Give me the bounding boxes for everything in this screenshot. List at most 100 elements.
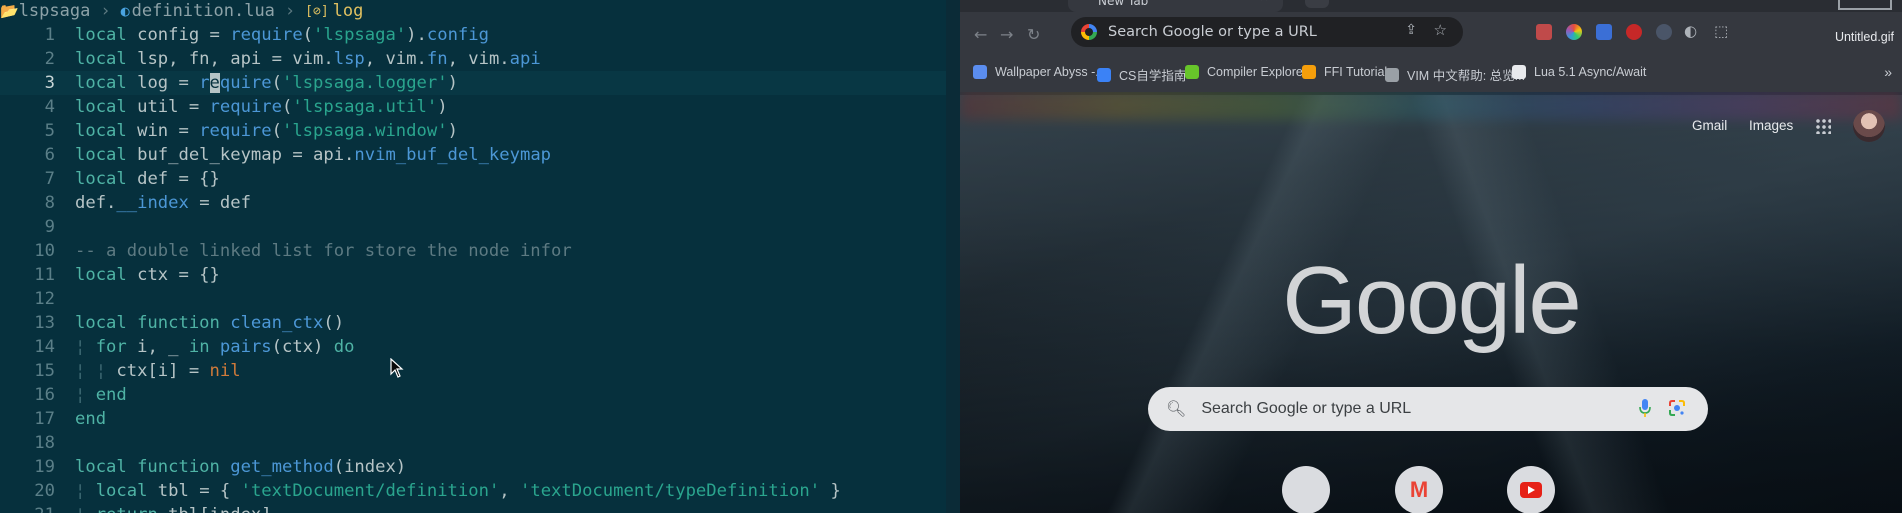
adblock-icon[interactable] <box>1626 24 1642 40</box>
code-line[interactable]: 21 ¦ return tbl[index] <box>0 503 946 513</box>
code-line[interactable]: 13 local function clean_ctx() <box>0 311 946 335</box>
mouse-cursor-icon <box>390 358 404 378</box>
line-number: 8 <box>44 193 55 213</box>
code-token: local <box>95 481 148 501</box>
code-token: } <box>820 481 841 501</box>
text-cursor: e <box>209 73 220 93</box>
breadcrumb-folder[interactable]: lspsaga <box>19 1 91 21</box>
line-number: 10 <box>34 241 55 261</box>
youtube-shortcut[interactable] <box>1507 466 1555 513</box>
code-line[interactable]: 17 end <box>0 407 946 431</box>
code-token: 'lspsaga' <box>313 25 407 45</box>
compiler-explorer-icon <box>1185 65 1199 79</box>
checkmark-extension-icon[interactable] <box>1656 24 1672 40</box>
microphone-icon[interactable] <box>1639 399 1651 417</box>
code-token: local <box>75 169 127 189</box>
code-line[interactable]: 12 <box>0 287 946 311</box>
gmail-icon: M <box>1409 477 1429 502</box>
code-token: end <box>95 385 127 405</box>
translate-extension-icon[interactable] <box>1596 24 1612 40</box>
back-arrow-icon[interactable]: ← <box>974 25 987 44</box>
gmail-shortcut[interactable]: M <box>1395 466 1443 513</box>
more-bookmarks-button[interactable]: » <box>1884 64 1892 80</box>
search-input[interactable]: 🔍︎ Search Google or type a URL <box>1148 387 1708 431</box>
code-token: return <box>96 505 158 513</box>
gmail-link[interactable]: Gmail <box>1692 118 1727 133</box>
code-token: -- a double linked list for store the no… <box>75 241 572 261</box>
code-line[interactable]: 9 <box>0 215 946 239</box>
breadcrumb-symbol[interactable]: log <box>333 1 364 21</box>
code-line[interactable]: 8 def.__index = def <box>0 191 946 215</box>
lua-file-icon: ◐ <box>120 2 130 20</box>
breadcrumb-file[interactable]: definition.lua <box>132 1 275 21</box>
line-number: 7 <box>44 169 55 189</box>
code-line[interactable]: 18 <box>0 431 946 455</box>
bookmark-item[interactable]: CS自学指南 <box>1097 65 1186 84</box>
code-token: 'lspsaga.logger' <box>282 73 448 93</box>
shortcut-tile[interactable] <box>1282 466 1330 513</box>
code-token: require <box>209 97 282 117</box>
address-bar[interactable]: Search Google or type a URL ⇪ ☆ <box>1071 17 1463 47</box>
bookmarks-bar: » Wallpaper Abyss -... CS自学指南 Compiler Exp… <box>960 52 1902 92</box>
code-token: clean_ctx <box>230 313 324 333</box>
forward-arrow-icon[interactable]: → <box>1000 25 1013 44</box>
line-number: 4 <box>44 97 55 117</box>
chevron-right-icon: › <box>284 1 296 21</box>
puzzle-extensions-icon[interactable]: ⬚ <box>1714 22 1728 40</box>
avatar[interactable] <box>1853 110 1885 142</box>
code-token: ). <box>406 25 427 45</box>
code-line[interactable]: 1 local config = require('lspsaga').confi… <box>0 23 946 47</box>
split-divider[interactable] <box>946 0 960 513</box>
bookmark-item[interactable]: Compiler Explorer <box>1185 65 1307 79</box>
line-source: ¦ local tbl = { 'textDocument/definition… <box>75 479 841 503</box>
code-line[interactable]: 6 local buf_del_keymap = api.nvim_buf_del… <box>0 143 946 167</box>
star-icon[interactable]: ☆ <box>1434 21 1447 39</box>
code-token: lsp <box>333 49 365 69</box>
address-bar-placeholder: Search Google or type a URL <box>1108 24 1317 40</box>
dark-mode-icon[interactable]: ◐ <box>1684 22 1697 40</box>
code-token: (ctx) <box>271 337 334 357</box>
code-line[interactable]: 5 local win = require('lspsaga.window') <box>0 119 946 143</box>
code-line[interactable]: 15 ¦ ¦ ctx[i] = nil <box>0 359 946 383</box>
pdf-extension-icon[interactable] <box>1536 24 1552 40</box>
line-number: 17 <box>34 409 55 429</box>
code-line[interactable]: 7 local def = {} <box>0 167 946 191</box>
code-token: ¦ <box>75 337 96 357</box>
code-editor[interactable]: 📂 lspsaga › ◐ definition.lua › [⊘] log 1… <box>0 0 946 513</box>
code-line[interactable]: 4 local util = require('lspsaga.util') <box>0 95 946 119</box>
code-line[interactable]: 11 local ctx = {} <box>0 263 946 287</box>
images-link[interactable]: Images <box>1749 118 1793 133</box>
code-line[interactable]: 14 ¦ for i, _ in pairs(ctx) do <box>0 335 946 359</box>
color-extension-icon[interactable] <box>1566 24 1582 40</box>
code-token: for <box>95 337 127 357</box>
line-number: 9 <box>44 217 55 237</box>
line-source: local lsp, fn, api = vim.lsp, vim.fn, vi… <box>75 47 541 71</box>
code-token: nvim_buf_del_keymap <box>354 145 552 165</box>
line-number: 13 <box>34 313 55 333</box>
bookmark-item[interactable]: Wallpaper Abyss -... <box>973 65 1106 79</box>
code-line[interactable]: 10 -- a double linked list for store the … <box>0 239 946 263</box>
code-token: local <box>75 97 127 117</box>
code-line[interactable]: 3 local log = require('lspsaga.logger') <box>0 71 946 95</box>
search-icon: 🔍︎ <box>1166 401 1187 418</box>
code-line[interactable]: 16 ¦ end <box>0 383 946 407</box>
tab-new-tab[interactable]: New Tab ✕ <box>1068 0 1283 12</box>
code-line[interactable]: 19 local function get_method(index) <box>0 455 946 479</box>
reload-icon[interactable]: ↻ <box>1027 25 1040 44</box>
new-tab-button[interactable] <box>1305 0 1329 8</box>
code-line[interactable]: 20 ¦ local tbl = { 'textDocument/definiti… <box>0 479 946 503</box>
google-lens-icon[interactable] <box>1668 399 1686 417</box>
code-lines[interactable]: 1 local config = require('lspsaga').confi… <box>0 23 946 513</box>
line-number: 2 <box>44 49 55 69</box>
background-glow <box>960 90 1902 120</box>
code-token: ¦ <box>75 505 96 513</box>
apps-grid-icon[interactable] <box>1815 118 1831 134</box>
share-icon[interactable]: ⇪ <box>1405 22 1417 38</box>
bookmark-item[interactable]: VIM 中文帮助: 总览... <box>1385 65 1525 84</box>
code-token: ctx[i] = <box>116 361 210 381</box>
bookmark-item[interactable]: FFI Tutorial <box>1302 65 1387 79</box>
code-line[interactable]: 2 local lsp, fn, api = vim.lsp, vim.fn, v… <box>0 47 946 71</box>
line-number: 3 <box>44 73 55 93</box>
bookmark-item[interactable]: Lua 5.1 Async/Await <box>1512 65 1646 79</box>
